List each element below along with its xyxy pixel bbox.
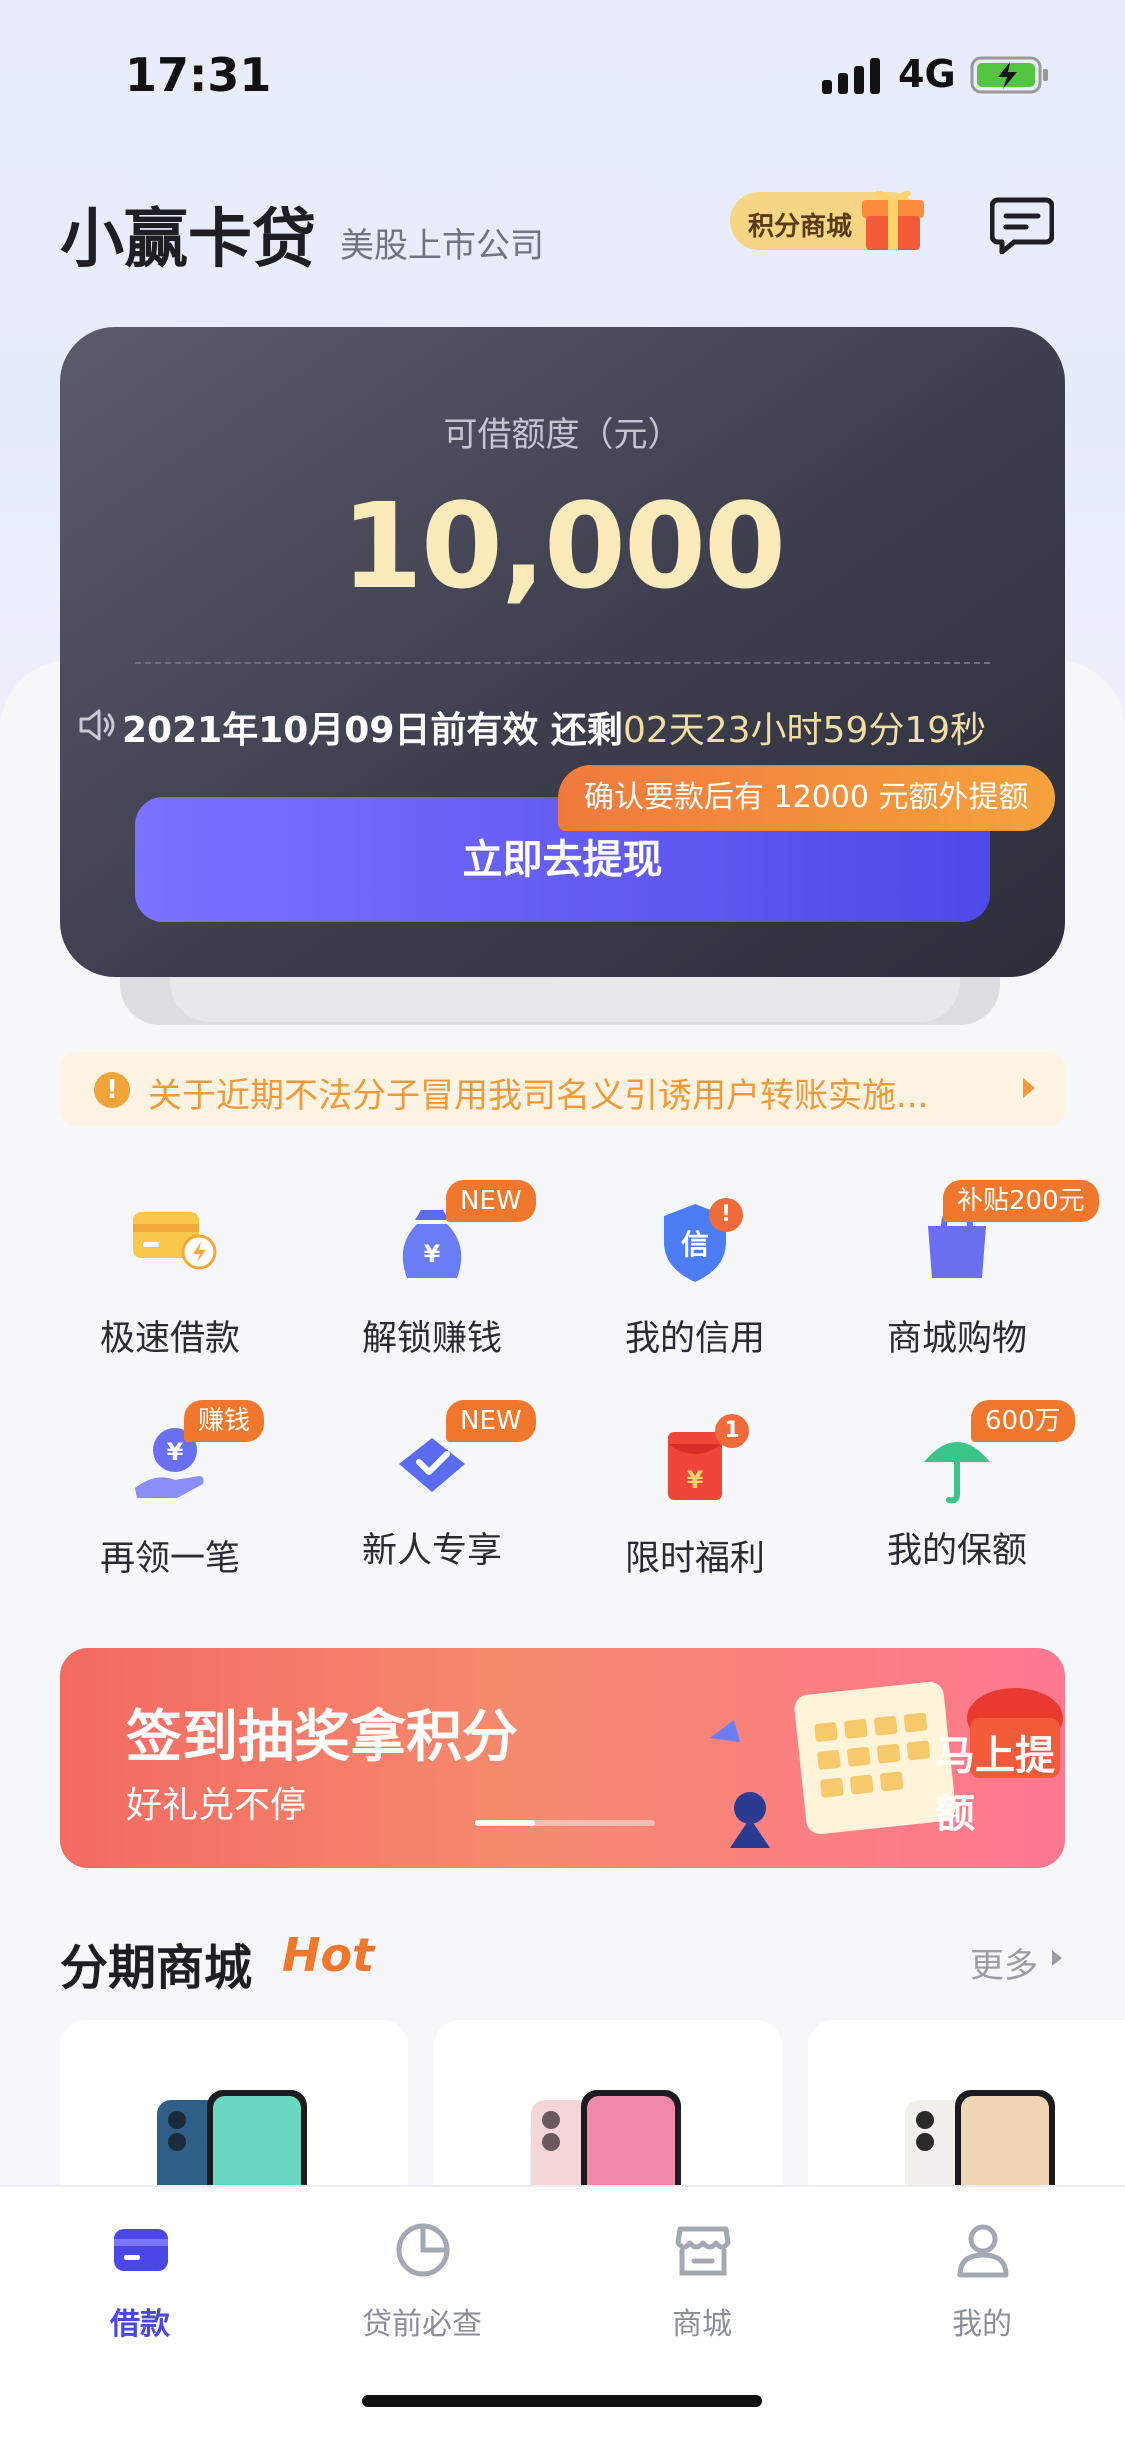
feature-badge: 补贴200元 (943, 1180, 1099, 1222)
tab-label: 借款 (110, 2307, 170, 2342)
brand-title: 小赢卡贷 (60, 203, 316, 277)
mall-more-link[interactable]: 更多 (970, 1938, 1038, 1987)
warning-icon: ! (94, 1072, 130, 1108)
tab-label: 我的 (952, 2307, 1012, 2342)
feature-borrow-again[interactable]: ¥ 赚钱 再领一笔 (60, 1400, 280, 1600)
feature-label: 我的保额 (886, 1531, 1027, 1571)
feature-label: 限时福利 (624, 1539, 765, 1579)
validity-row: 2021年10月09日前有效 还剩02天23小时59分19秒 (122, 701, 986, 753)
banner-subtitle: 好礼兑不停 (126, 1785, 307, 1826)
card-divider (135, 662, 990, 664)
feature-badge: ! (709, 1198, 743, 1232)
tab-pre-loan-check[interactable]: 贷前必查 (322, 2221, 522, 2351)
pie-chart-icon (396, 2223, 450, 2277)
signal-icon (822, 58, 880, 94)
feature-unlock-earn[interactable]: ¥ NEW 解锁赚钱 (322, 1180, 542, 1380)
notice-bar[interactable]: ! 关于近期不法分子冒用我司名义引诱用户转账实施... (60, 1052, 1065, 1126)
store-icon (675, 2226, 731, 2276)
points-mall-label: 积分商城 (748, 212, 853, 242)
tab-label: 贷前必查 (362, 2307, 482, 2342)
feature-mall-shopping[interactable]: 补贴200元 商城购物 (847, 1180, 1099, 1380)
brand-subtitle: 美股上市公司 (340, 226, 544, 266)
fast-loan-icon (133, 1212, 217, 1270)
tab-loan[interactable]: 借款 (40, 2221, 240, 2351)
feature-label: 极速借款 (99, 1319, 240, 1359)
notice-text: 关于近期不法分子冒用我司名义引诱用户转账实施... (148, 1076, 929, 1116)
feature-newcomer[interactable]: NEW 新人专享 (322, 1400, 542, 1600)
carousel-indicator (475, 1820, 655, 1826)
extra-limit-tip: 确认要款后有 12000 元额外提额 (558, 765, 1055, 831)
tab-label: 商城 (672, 2307, 732, 2342)
mall-hot-tag: Hot (282, 1928, 375, 1982)
gift-icon[interactable] (858, 178, 928, 252)
feature-label: 新人专享 (361, 1531, 502, 1571)
battery-charging-icon (970, 56, 1048, 94)
credit-limit-label: 可借额度（元） (443, 415, 682, 455)
mall-section-title: 分期商城 (60, 1940, 253, 1996)
feature-label: 我的信用 (624, 1319, 765, 1359)
chevron-right-icon (1023, 1078, 1035, 1098)
svg-text:信: 信 (681, 1228, 709, 1261)
countdown-timer: 02天23小时59分19秒 (622, 710, 987, 751)
feature-my-coverage[interactable]: 600万 我的保额 (847, 1400, 1075, 1600)
banner-title: 签到抽奖拿积分 (126, 1705, 518, 1770)
chevron-right-icon (1052, 1950, 1062, 1966)
checkin-banner[interactable]: 签到抽奖拿积分 好礼兑不停 马上提额 (60, 1648, 1065, 1868)
feature-label: 再领一笔 (99, 1539, 240, 1579)
svg-text:¥: ¥ (424, 1240, 441, 1268)
validity-text: 2021年10月09日前有效 还剩 (122, 710, 623, 751)
feature-badge: 600万 (971, 1400, 1075, 1442)
svg-text:¥: ¥ (687, 1466, 704, 1494)
message-icon[interactable] (990, 196, 1054, 254)
banner-action: 马上提额 (935, 1733, 1055, 1837)
network-type: 4G (898, 52, 956, 96)
feature-badge: 赚钱 (184, 1400, 265, 1442)
feature-my-credit[interactable]: 信 ! 我的信用 (585, 1180, 805, 1380)
credit-limit-card: 可借额度（元） 10,000 2021年10月09日前有效 还剩02天23小时5… (60, 327, 1065, 977)
feature-label: 解锁赚钱 (361, 1319, 502, 1359)
feature-fast-loan[interactable]: 极速借款 (60, 1180, 280, 1380)
status-time: 17:31 (125, 48, 272, 102)
credit-limit-amount: 10,000 (340, 477, 786, 615)
speaker-icon (79, 709, 115, 741)
tab-mine[interactable]: 我的 (882, 2221, 1082, 2351)
svg-text:¥: ¥ (167, 1438, 184, 1466)
feature-badge: 1 (715, 1414, 749, 1448)
feature-label: 商城购物 (886, 1319, 1027, 1359)
feature-badge: NEW (446, 1400, 536, 1442)
home-indicator (362, 2395, 762, 2407)
tab-mall[interactable]: 商城 (602, 2221, 802, 2351)
feature-badge: NEW (446, 1180, 536, 1222)
user-icon (957, 2224, 1009, 2278)
status-bar: 17:31 4G (0, 0, 1125, 140)
feature-limited-benefit[interactable]: ¥ 1 限时福利 (585, 1400, 805, 1600)
loan-card-icon (114, 2229, 168, 2271)
